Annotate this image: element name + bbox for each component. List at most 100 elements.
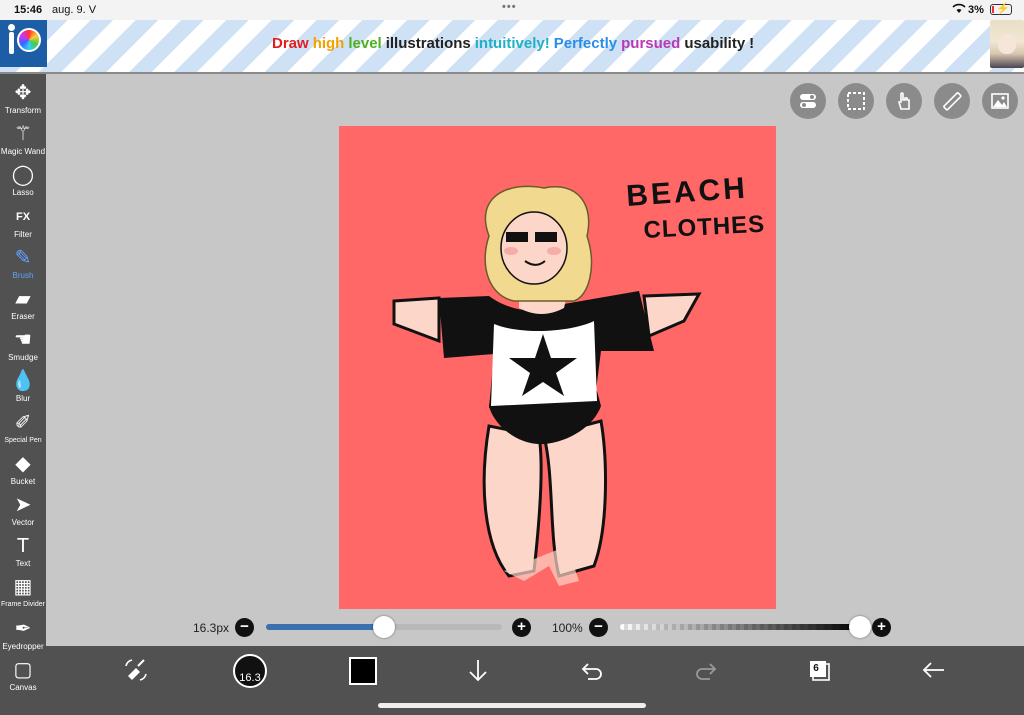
battery-icon: ⚡ <box>990 3 1012 15</box>
banner-tagline: Draw high level illustrations intuitively! Pe… <box>272 35 758 52</box>
tagline-word: level <box>348 35 382 52</box>
redo-button[interactable] <box>690 656 722 688</box>
gesture-button[interactable] <box>886 83 922 119</box>
redo-icon <box>696 663 717 680</box>
opacity-increase-button[interactable]: + <box>872 618 891 637</box>
layers-button[interactable]: 6 <box>803 656 835 688</box>
tool-frame-divider[interactable]: ▦ Frame Divider <box>0 574 46 615</box>
multitask-dots-icon[interactable]: ••• <box>502 1 517 13</box>
opacity-label: 100% <box>552 621 583 635</box>
eyedropper-icon: ✒ <box>14 617 32 640</box>
brush-size-knob[interactable] <box>373 616 395 638</box>
tool-vector[interactable]: ➤ Vector <box>0 492 46 533</box>
special-pen-icon: ✐ <box>14 411 32 434</box>
wifi-icon <box>952 3 966 17</box>
arrow-left-icon <box>922 662 944 678</box>
bucket-icon: ◆ <box>15 452 31 475</box>
tagline-word: ! <box>749 35 755 52</box>
dashed-selection-icon <box>847 92 865 110</box>
back-button[interactable] <box>918 656 950 688</box>
tool-label: Bucket <box>10 476 36 486</box>
tagline-word: Draw <box>272 35 309 52</box>
tool-brush[interactable]: ✎ Brush <box>0 245 46 286</box>
opacity-decrease-button[interactable]: − <box>589 618 608 637</box>
tool-text[interactable]: T Text <box>0 533 46 574</box>
banner-character-avatar <box>990 20 1024 68</box>
selection-button[interactable] <box>838 83 874 119</box>
tool-blur[interactable]: 💧 Blur <box>0 368 46 409</box>
tagline-word: pursued <box>621 35 681 52</box>
tool-label: Vector <box>11 518 35 527</box>
opacity-knob[interactable] <box>849 616 871 638</box>
undo-icon <box>581 663 602 680</box>
battery-percentage: 3% <box>968 4 984 16</box>
clock: 15:46 <box>14 4 43 16</box>
smudge-icon: ☚ <box>14 329 32 352</box>
undo-button[interactable] <box>576 656 608 688</box>
tool-canvas[interactable]: ▢ Canvas <box>0 657 46 698</box>
tagline-word: intuitively! <box>474 35 550 52</box>
tool-label: Blur <box>15 394 31 404</box>
tool-label: Filter <box>14 229 32 239</box>
text-icon: T <box>16 535 30 558</box>
tool-bucket[interactable]: ◆ Bucket <box>0 451 46 492</box>
layer-count: 6 <box>813 663 819 674</box>
magic-wand-icon: ⚚ <box>14 123 32 146</box>
tool-label: Eyedropper <box>2 641 44 651</box>
tool-label: Text <box>15 559 31 569</box>
tool-label: Eraser <box>11 312 35 321</box>
lasso-icon: ◯ <box>11 164 35 187</box>
tool-label: Canvas <box>9 682 37 692</box>
ibis-paint-logo-icon[interactable] <box>0 20 47 67</box>
artwork: BEACH CLOTHES <box>392 172 766 586</box>
tool-label: Smudge <box>8 353 38 363</box>
current-color-swatch[interactable] <box>349 657 377 685</box>
swap-brush-eraser-button[interactable] <box>120 656 152 688</box>
tool-label: Magic Wand <box>0 147 46 157</box>
opacity-track[interactable] <box>620 624 860 630</box>
frame-divider-icon: ▦ <box>13 576 33 599</box>
blur-drop-icon: 💧 <box>10 370 36 393</box>
hand-pointer-icon <box>897 92 910 110</box>
filter-fx-icon: FX <box>15 210 31 223</box>
arrow-down-icon <box>469 660 487 682</box>
tool-smudge[interactable]: ☚ Smudge <box>0 327 46 368</box>
tagline-word: illustrations <box>385 35 471 52</box>
image-icon <box>991 93 1009 109</box>
tool-special-pen[interactable]: ✐ Special Pen <box>0 410 46 451</box>
drawing-title-line-1: BEACH <box>625 172 749 213</box>
drawing-title-line-2: CLOTHES <box>643 211 766 244</box>
eraser-icon: ▰ <box>15 288 31 310</box>
ruler-icon <box>943 92 962 111</box>
tagline-word: Perfectly <box>553 35 618 52</box>
tool-sidebar: ✥ Transform ⚚ Magic Wand ◯ Lasso FX Filter ✎ Brus… <box>0 74 46 715</box>
import-layer-button[interactable] <box>462 656 494 688</box>
toggle-settings-button[interactable] <box>790 83 826 119</box>
tool-lasso[interactable]: ◯ Lasso <box>0 162 46 203</box>
tool-magic-wand[interactable]: ⚚ Magic Wand <box>0 121 46 162</box>
brush-size-preview-button[interactable]: 16.3 <box>233 654 267 688</box>
home-indicator[interactable] <box>378 703 646 708</box>
status-bar: 15:46 aug. 9. V ••• 3% ⚡ <box>0 0 1024 20</box>
brush-size-decrease-button[interactable]: − <box>235 618 254 637</box>
tool-label: Special Pen <box>4 436 42 444</box>
brush-size-increase-button[interactable]: + <box>512 618 531 637</box>
drawing-canvas[interactable]: BEACH CLOTHES <box>339 126 776 609</box>
tool-eyedropper[interactable]: ✒ Eyedropper <box>0 616 46 657</box>
brush-size-label: 16.3px <box>193 621 230 635</box>
brush-icon: ✎ <box>14 246 32 269</box>
ad-banner[interactable]: Draw high level illustrations intuitively! Pe… <box>0 20 1024 74</box>
brush-size-badge: 16.3 <box>239 672 261 684</box>
tool-eraser[interactable]: ▰ Eraser <box>0 286 46 327</box>
tagline-word: usability <box>684 35 746 52</box>
tagline-word: high <box>312 35 345 52</box>
canvas-icon: ▢ <box>13 658 33 681</box>
vector-cursor-icon: ➤ <box>14 494 32 516</box>
tool-transform[interactable]: ✥ Transform <box>0 80 46 121</box>
move-icon: ✥ <box>14 82 32 104</box>
tool-filter[interactable]: FX Filter <box>0 204 46 245</box>
tool-label: Brush <box>12 270 34 280</box>
date: aug. 9. V <box>52 4 97 16</box>
reference-image-button[interactable] <box>982 83 1018 119</box>
ruler-button[interactable] <box>934 83 970 119</box>
